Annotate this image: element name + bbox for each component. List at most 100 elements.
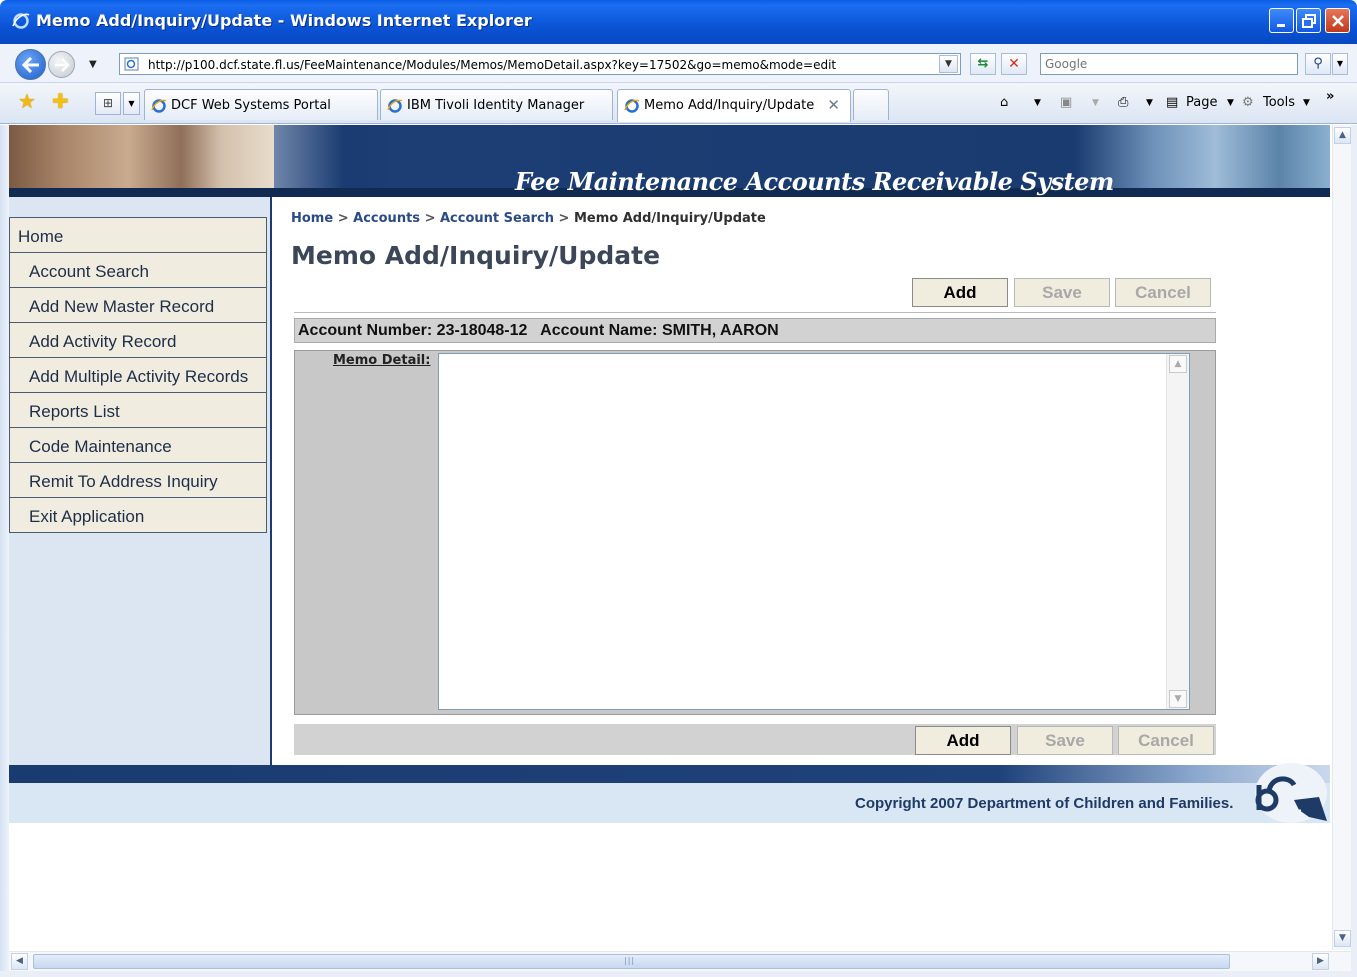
window-title-bar: Memo Add/Inquiry/Update - Windows Intern… <box>0 0 1357 44</box>
nav-item-home[interactable]: Home <box>9 217 267 253</box>
tools-menu-dropdown[interactable]: ▼ <box>1303 98 1310 108</box>
left-navigation: Home Account Search Add New Master Recor… <box>9 197 272 765</box>
page-vertical-scrollbar[interactable]: ▲ ▼ <box>1332 125 1351 950</box>
nav-item-code-maintenance[interactable]: Code Maintenance <box>9 427 267 463</box>
nav-item-add-new-master-record[interactable]: Add New Master Record <box>9 287 267 323</box>
nav-item-label: Remit To Address Inquiry <box>29 472 218 491</box>
cancel-button[interactable]: Cancel <box>1115 278 1211 307</box>
scroll-up-icon[interactable]: ▲ <box>1334 127 1351 144</box>
nav-item-account-search[interactable]: Account Search <box>9 252 267 288</box>
toolbar-overflow-icon[interactable]: » <box>1326 89 1334 104</box>
tools-gear-icon: ⚙ <box>1242 95 1254 110</box>
scroll-left-icon[interactable]: ◀ <box>11 953 28 970</box>
nav-item-label: Exit Application <box>29 507 145 526</box>
print-dropdown[interactable]: ▼ <box>1146 98 1153 108</box>
scroll-down-icon[interactable]: ▼ <box>1169 690 1187 708</box>
close-icon <box>1331 14 1344 27</box>
add-button[interactable]: Add <box>912 278 1008 307</box>
address-field[interactable]: http://p100.dcf.state.fl.us/FeeMaintenan… <box>119 53 961 75</box>
breadcrumb-separator: > <box>337 211 349 226</box>
address-toolbar: ▼ http://p100.dcf.state.fl.us/FeeMainten… <box>0 44 1357 83</box>
minimize-icon <box>1276 23 1285 27</box>
nav-item-exit-application[interactable]: Exit Application <box>9 497 267 533</box>
nav-item-reports-list[interactable]: Reports List <box>9 392 267 428</box>
window-frame-left <box>0 125 9 977</box>
nav-item-label: Account Search <box>29 262 150 281</box>
tab-dcf-portal[interactable]: DCF Web Systems Portal <box>144 89 378 120</box>
nav-item-label: Add New Master Record <box>29 297 215 316</box>
home-dropdown[interactable]: ▼ <box>1034 98 1041 108</box>
header-banner: Fee Maintenance Accounts Receivable Syst… <box>9 125 1330 197</box>
save-button[interactable]: Save <box>1014 278 1110 307</box>
nav-item-label: Home <box>18 227 64 246</box>
memo-panel: Memo Detail: ▲ ▼ <box>294 350 1216 715</box>
search-options-dropdown[interactable]: ▼ <box>1332 53 1348 75</box>
window-frame-bottom <box>0 971 1357 977</box>
search-input[interactable] <box>1045 55 1295 73</box>
tools-menu[interactable]: Tools <box>1263 95 1295 110</box>
main-content: Home > Accounts > Account Search > Memo … <box>279 197 1330 765</box>
favorites-star-icon[interactable]: ★ <box>18 91 36 111</box>
page-viewport: Fee Maintenance Accounts Receivable Syst… <box>9 125 1330 950</box>
quick-tabs-button[interactable]: ⊞ <box>95 92 121 115</box>
page-horizontal-scrollbar[interactable]: ◀ ||| ▶ <box>9 951 1351 971</box>
page-title: Memo Add/Inquiry/Update <box>291 241 661 270</box>
breadcrumb-current: Memo Add/Inquiry/Update <box>573 211 766 226</box>
address-dropdown[interactable]: ▼ <box>939 55 958 73</box>
save-button-bottom[interactable]: Save <box>1017 726 1113 755</box>
search-button[interactable]: ⚲ <box>1305 53 1331 75</box>
page-menu-dropdown[interactable]: ▼ <box>1227 98 1234 108</box>
add-favorites-icon[interactable]: ✚ <box>52 91 69 111</box>
scroll-up-icon[interactable]: ▲ <box>1169 355 1187 373</box>
stop-button[interactable]: ✕ <box>1001 53 1027 75</box>
minimize-button[interactable] <box>1269 8 1294 33</box>
memo-detail-textarea[interactable] <box>438 353 1190 710</box>
feeds-icon[interactable]: ▣ <box>1060 95 1072 110</box>
forward-arrow-icon <box>54 57 70 72</box>
nav-item-add-multiple-activity-records[interactable]: Add Multiple Activity Records <box>9 357 267 393</box>
breadcrumb-accounts[interactable]: Accounts <box>353 211 420 226</box>
footer: Copyright 2007 Department of Children an… <box>9 783 1330 823</box>
close-tab-icon[interactable]: ✕ <box>827 96 840 114</box>
scroll-right-icon[interactable]: ▶ <box>1312 953 1329 970</box>
tab-ibm-tivoli[interactable]: IBM Tivoli Identity Manager <box>380 89 613 120</box>
breadcrumb-home[interactable]: Home <box>291 211 333 226</box>
recent-pages-dropdown[interactable]: ▼ <box>89 59 97 70</box>
restore-icon <box>1301 13 1316 28</box>
nav-item-add-activity-record[interactable]: Add Activity Record <box>9 322 267 358</box>
tab-label: DCF Web Systems Portal <box>171 98 331 113</box>
feeds-dropdown[interactable]: ▼ <box>1092 98 1099 108</box>
nav-item-label: Reports List <box>29 402 120 421</box>
tab-label: Memo Add/Inquiry/Update <box>644 98 815 113</box>
close-window-button[interactable] <box>1325 8 1350 33</box>
ie-page-icon <box>151 99 167 113</box>
thumb-grip-icon: ||| <box>624 956 636 965</box>
nav-item-label: Add Activity Record <box>29 332 177 351</box>
system-title: Fee Maintenance Accounts Receivable Syst… <box>515 167 1114 196</box>
home-icon[interactable]: ⌂ <box>1000 95 1008 110</box>
memo-detail-label: Memo Detail: <box>333 353 431 368</box>
horizontal-scroll-thumb[interactable]: ||| <box>33 954 1230 969</box>
page-menu[interactable]: Page <box>1186 95 1217 110</box>
copyright-text: Copyright 2007 Department of Children an… <box>855 795 1234 812</box>
memo-scrollbar[interactable]: ▲ ▼ <box>1166 354 1189 709</box>
nav-item-remit-to-address-inquiry[interactable]: Remit To Address Inquiry <box>9 462 267 498</box>
tab-list-dropdown[interactable]: ▼ <box>123 92 140 115</box>
forward-button[interactable] <box>48 51 75 78</box>
back-button[interactable] <box>15 49 46 80</box>
divider <box>294 312 1216 313</box>
tab-memo-active[interactable]: Memo Add/Inquiry/Update ✕ <box>617 89 851 122</box>
refresh-button[interactable]: ⇆ <box>970 53 996 75</box>
cancel-button-bottom[interactable]: Cancel <box>1118 726 1214 755</box>
breadcrumb-account-search[interactable]: Account Search <box>440 211 554 226</box>
scroll-down-icon[interactable]: ▼ <box>1334 930 1351 947</box>
stop-icon: ✕ <box>1008 56 1020 72</box>
tab-bar: ★ ✚ ⊞ ▼ DCF Web Systems Portal IBM Tivol… <box>0 83 1357 124</box>
search-icon: ⚲ <box>1313 56 1323 71</box>
search-box[interactable] <box>1040 53 1298 75</box>
add-button-bottom[interactable]: Add <box>915 726 1011 755</box>
restore-button[interactable] <box>1296 8 1321 33</box>
new-tab-button[interactable] <box>853 89 889 120</box>
print-icon[interactable]: ⎙ <box>1118 95 1128 110</box>
breadcrumb-separator: > <box>558 211 570 226</box>
